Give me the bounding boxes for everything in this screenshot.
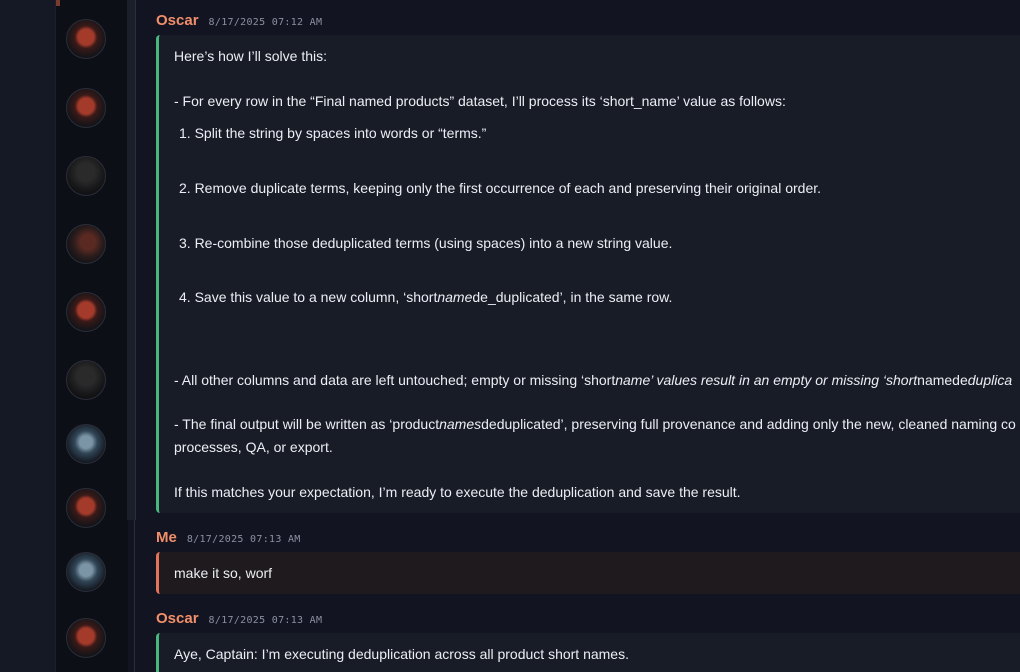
italic-run: names	[439, 416, 482, 432]
text-run: namede	[917, 372, 968, 388]
red-robot-avatar[interactable]	[66, 292, 106, 332]
list-item: 2. Remove duplicate terms, keeping only …	[179, 180, 822, 196]
italic-run: name	[437, 289, 473, 305]
message-timestamp: 8/17/2025 07:12 AM	[208, 17, 323, 28]
text-run: 4. Save this value to a new column, ‘sho…	[179, 289, 438, 305]
message-timestamp: 8/17/2025 07:13 AM	[208, 615, 323, 626]
message-header: Oscar 8/17/2025 07:12 AM	[156, 12, 322, 29]
left-gutter	[0, 0, 55, 672]
dark-robot-avatar[interactable]	[66, 156, 106, 196]
rail-divider	[134, 520, 135, 672]
message-line: processes, QA, or export.	[174, 439, 333, 455]
message-line: If this matches your expectation, I’m re…	[174, 484, 741, 500]
message-header: Oscar 8/17/2025 07:13 AM	[156, 610, 322, 627]
blue-robot-avatar[interactable]	[66, 424, 106, 464]
italic-run: name’ values result in an empty or missi…	[615, 372, 918, 388]
message-timestamp: 8/17/2025 07:13 AM	[186, 534, 301, 545]
italic-run: duplica	[967, 372, 1013, 388]
message-header: Me 8/17/2025 07:13 AM	[156, 529, 301, 546]
list-item: 3. Re-combine those deduplicated terms (…	[179, 235, 673, 251]
author-name: Oscar	[156, 12, 199, 29]
red-robot-avatar[interactable]	[66, 88, 106, 128]
text-run: - The final output will be written as ‘p…	[174, 416, 440, 432]
ember-robot-avatar[interactable]	[66, 224, 106, 264]
red-robot-avatar[interactable]	[66, 19, 106, 59]
red-robot-avatar[interactable]	[66, 488, 106, 528]
message-line: Here’s how I’ll solve this:	[174, 48, 328, 64]
red-robot-avatar[interactable]	[66, 618, 106, 658]
assistant-message-bubble: Aye, Captain: I’m executing deduplicatio…	[156, 633, 1020, 672]
dark-robot-avatar[interactable]	[66, 360, 106, 400]
list-item: 1. Split the string by spaces into words…	[179, 125, 487, 141]
author-name: Me	[156, 529, 177, 546]
text-run: deduplicated’, preserving full provenanc…	[481, 416, 1016, 432]
author-name: Oscar	[156, 610, 199, 627]
message-line: make it so, worf	[174, 565, 273, 581]
user-message-bubble: make it so, worf	[156, 552, 1020, 594]
blue-robot-avatar[interactable]	[66, 552, 106, 592]
message-line: - All other columns and data are left un…	[174, 369, 1012, 392]
assistant-message-bubble: Here’s how I’ll solve this: - For every …	[156, 35, 1020, 513]
message-line: - For every row in the “Final named prod…	[174, 93, 786, 109]
text-run: - All other columns and data are left un…	[174, 372, 616, 388]
rail-marker	[56, 0, 60, 6]
rail-scrollbar[interactable]	[127, 0, 136, 520]
message-line: - The final output will be written as ‘p…	[174, 413, 1016, 436]
list-item: 4. Save this value to a new column, ‘sho…	[179, 286, 672, 309]
text-run: de_duplicated’, in the same row.	[472, 289, 673, 305]
message-line: Aye, Captain: I’m executing deduplicatio…	[174, 646, 629, 662]
